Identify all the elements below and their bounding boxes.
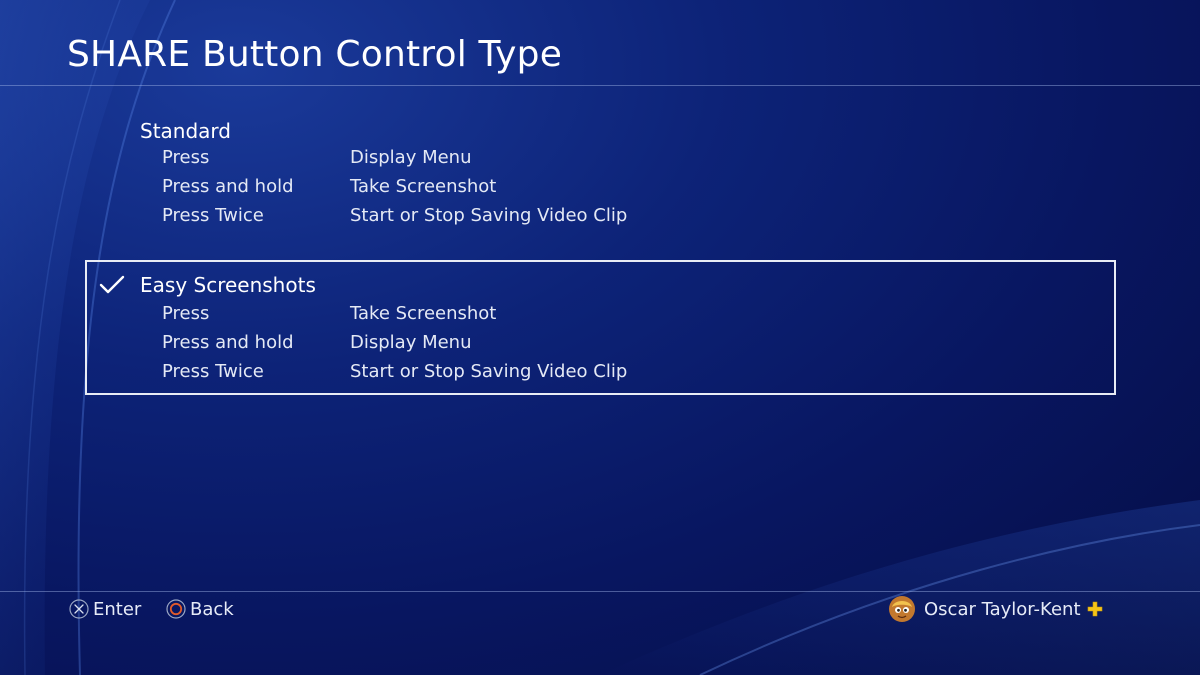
header-divider [0, 85, 1200, 86]
mapping-action: Press and hold [162, 176, 294, 197]
user-name: Oscar Taylor-Kent [924, 598, 1081, 620]
user-avatar-icon [889, 596, 915, 622]
mapping-row: Press Take Screenshot [162, 303, 1062, 329]
enter-label: Enter [93, 598, 142, 620]
mapping-action: Press [162, 303, 210, 324]
mapping-result: Display Menu [350, 147, 472, 168]
mapping-row: Press Display Menu [162, 147, 1062, 173]
option-standard[interactable]: Standard Press Display Menu Press and ho… [85, 112, 1116, 240]
mapping-action: Press and hold [162, 332, 294, 353]
mapping-result: Take Screenshot [350, 176, 497, 197]
mapping-row: Press Twice Start or Stop Saving Video C… [162, 361, 1062, 387]
mapping-action: Press [162, 147, 210, 168]
playstation-plus-icon [1087, 601, 1102, 617]
mapping-result: Start or Stop Saving Video Clip [350, 205, 628, 226]
back-button[interactable]: Back [166, 597, 234, 621]
circle-button-icon [166, 599, 186, 619]
mapping-result: Display Menu [350, 332, 472, 353]
cross-button-icon [69, 599, 89, 619]
user-profile: Oscar Taylor-Kent [888, 594, 1103, 624]
option-label: Standard [140, 119, 231, 143]
page-title: SHARE Button Control Type [67, 34, 563, 75]
mapping-row: Press and hold Display Menu [162, 332, 1062, 358]
mapping-row: Press Twice Start or Stop Saving Video C… [162, 205, 1062, 231]
option-label: Easy Screenshots [140, 273, 316, 297]
mapping-result: Take Screenshot [350, 303, 497, 324]
checkmark-icon [99, 275, 125, 294]
mapping-row: Press and hold Take Screenshot [162, 176, 1062, 202]
mapping-action: Press Twice [162, 205, 264, 226]
footer-divider [0, 591, 1200, 592]
mapping-action: Press Twice [162, 361, 264, 382]
option-easy-screenshots[interactable]: Easy Screenshots Press Take Screenshot P… [85, 260, 1116, 395]
back-label: Back [190, 598, 234, 620]
mapping-result: Start or Stop Saving Video Clip [350, 361, 628, 382]
enter-button[interactable]: Enter [69, 597, 141, 621]
